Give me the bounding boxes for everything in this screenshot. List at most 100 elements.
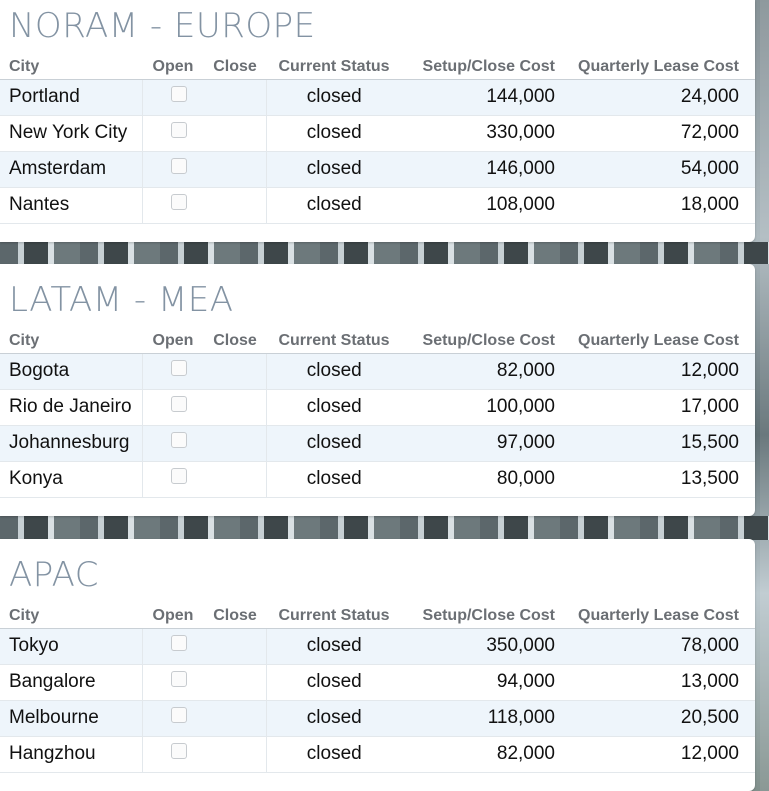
city-name: Portland: [0, 79, 143, 116]
table-row: Johannesburg closed 97,000 15,500: [0, 425, 755, 462]
table-row: Hangzhou closed 82,000 12,000: [0, 736, 755, 773]
table-row: Amsterdam closed 146,000 54,000: [0, 151, 755, 188]
status-text: closed: [266, 736, 402, 773]
column-header-city: City: [0, 320, 142, 354]
open-checkbox[interactable]: [171, 706, 188, 723]
open-checkbox[interactable]: [171, 395, 188, 412]
city-name: Amsterdam: [0, 151, 143, 188]
open-checkbox[interactable]: [171, 359, 188, 376]
column-header-city: City: [0, 46, 142, 80]
table-header-row: City Open Close Current Status Setup/Close C…: [0, 46, 755, 80]
open-cell: [142, 425, 204, 462]
setup-cost: 100,000: [402, 389, 559, 426]
column-header-setup-cost: Setup/Close Cost: [402, 595, 559, 629]
close-cell: [204, 664, 267, 701]
close-cell: [204, 115, 267, 152]
close-cell: [204, 353, 267, 390]
open-cell: [142, 628, 204, 665]
close-cell: [204, 425, 267, 462]
city-name: Melbourne: [0, 700, 143, 737]
column-header-close: Close: [204, 46, 266, 80]
table-row: Portland closed 144,000 24,000: [0, 79, 755, 116]
status-text: closed: [266, 664, 402, 701]
column-header-setup-cost: Setup/Close Cost: [402, 46, 559, 80]
open-checkbox[interactable]: [171, 157, 188, 174]
close-cell: [204, 151, 267, 188]
lease-cost: 72,000: [559, 115, 755, 152]
setup-cost: 97,000: [402, 425, 559, 462]
column-header-close: Close: [204, 595, 266, 629]
column-header-setup-cost: Setup/Close Cost: [402, 320, 559, 354]
city-name: Nantes: [0, 187, 143, 224]
open-checkbox[interactable]: [171, 121, 188, 138]
setup-cost: 350,000: [402, 628, 559, 665]
open-cell: [142, 187, 204, 224]
status-text: closed: [266, 151, 402, 188]
open-checkbox[interactable]: [171, 634, 188, 651]
open-cell: [142, 353, 204, 390]
column-header-open: Open: [142, 595, 204, 629]
setup-cost: 80,000: [402, 461, 559, 498]
city-name: Bogota: [0, 353, 143, 390]
status-text: closed: [266, 79, 402, 116]
column-header-lease-cost: Quarterly Lease Cost: [559, 320, 755, 354]
status-text: closed: [266, 700, 402, 737]
column-header-close: Close: [204, 320, 266, 354]
open-checkbox[interactable]: [171, 431, 188, 448]
city-name: Hangzhou: [0, 736, 143, 773]
setup-cost: 108,000: [402, 187, 559, 224]
open-checkbox[interactable]: [171, 742, 188, 759]
status-text: closed: [266, 461, 402, 498]
table-row: Konya closed 80,000 13,500: [0, 461, 755, 498]
table-header-row: City Open Close Current Status Setup/Close C…: [0, 320, 755, 354]
status-text: closed: [266, 353, 402, 390]
open-checkbox[interactable]: [171, 670, 188, 687]
open-cell: [142, 79, 204, 116]
column-header-open: Open: [142, 320, 204, 354]
column-header-status: Current Status: [266, 46, 402, 80]
column-header-status: Current Status: [266, 320, 402, 354]
column-header-lease-cost: Quarterly Lease Cost: [559, 46, 755, 80]
region-title: LATAM - MEA: [9, 280, 234, 320]
close-cell: [204, 79, 267, 116]
table-row: New York City closed 330,000 72,000: [0, 115, 755, 152]
table-row: Bogota closed 82,000 12,000: [0, 353, 755, 390]
lease-cost: 18,000: [559, 187, 755, 224]
close-cell: [204, 736, 267, 773]
city-table: City Open Close Current Status Setup/Close C…: [0, 320, 755, 498]
status-text: closed: [266, 115, 402, 152]
lease-cost: 13,000: [559, 664, 755, 701]
region-panel-noram-europe: NORAM - EUROPE City Open Close Current Statu…: [0, 0, 755, 242]
status-text: closed: [266, 628, 402, 665]
open-cell: [142, 461, 204, 498]
lease-cost: 17,000: [559, 389, 755, 426]
open-cell: [142, 115, 204, 152]
status-text: closed: [266, 425, 402, 462]
close-cell: [204, 389, 267, 426]
table-row: Bangalore closed 94,000 13,000: [0, 664, 755, 701]
column-header-status: Current Status: [266, 595, 402, 629]
setup-cost: 82,000: [402, 353, 559, 390]
close-cell: [204, 628, 267, 665]
lease-cost: 24,000: [559, 79, 755, 116]
open-checkbox[interactable]: [171, 193, 188, 210]
open-checkbox[interactable]: [171, 85, 188, 102]
background-photo-strip: [0, 516, 769, 540]
open-checkbox[interactable]: [171, 467, 188, 484]
setup-cost: 330,000: [402, 115, 559, 152]
column-header-lease-cost: Quarterly Lease Cost: [559, 595, 755, 629]
setup-cost: 82,000: [402, 736, 559, 773]
city-name: Bangalore: [0, 664, 143, 701]
setup-cost: 94,000: [402, 664, 559, 701]
city-name: New York City: [0, 115, 143, 152]
open-cell: [142, 389, 204, 426]
table-row: Tokyo closed 350,000 78,000: [0, 628, 755, 665]
setup-cost: 118,000: [402, 700, 559, 737]
lease-cost: 20,500: [559, 700, 755, 737]
status-text: closed: [266, 187, 402, 224]
lease-cost: 15,500: [559, 425, 755, 462]
open-cell: [142, 664, 204, 701]
region-panel-apac: APAC City Open Close Current Status Setup/Clo…: [0, 539, 755, 791]
open-cell: [142, 700, 204, 737]
table-row: Rio de Janeiro closed 100,000 17,000: [0, 389, 755, 426]
